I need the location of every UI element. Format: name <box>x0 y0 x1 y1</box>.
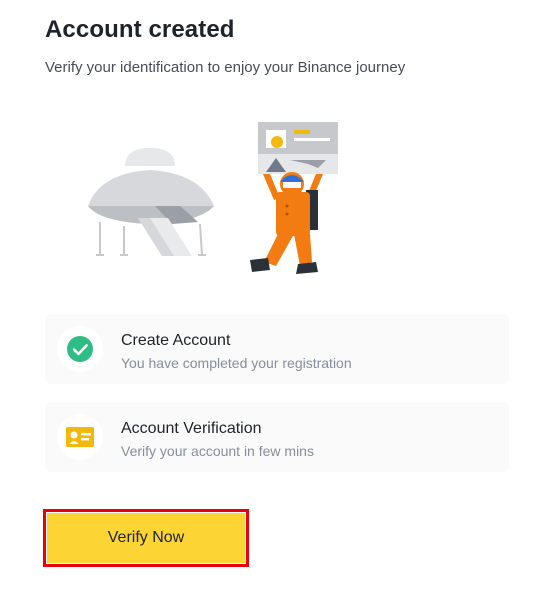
id-card-icon <box>66 427 94 447</box>
page-subtitle: Verify your identification to enjoy your… <box>45 59 406 76</box>
id-panel-graphic <box>258 122 338 174</box>
step-description: You have completed your registration <box>121 355 352 371</box>
page-title: Account created <box>45 16 235 43</box>
step-card-create-account: Create Account You have completed your r… <box>45 314 509 384</box>
ufo-graphic <box>88 148 214 256</box>
step-icon-wrapper <box>57 414 103 460</box>
step-title: Account Verification <box>121 420 262 437</box>
ufo-astronaut-illustration <box>88 122 338 274</box>
step-description: Verify your account in few mins <box>121 443 314 459</box>
astronaut-graphic <box>250 172 323 274</box>
check-circle-icon <box>67 336 93 362</box>
verify-now-button[interactable]: Verify Now <box>47 513 245 563</box>
step-title: Create Account <box>121 332 231 349</box>
step-card-account-verification: Account Verification Verify your account… <box>45 402 509 472</box>
step-icon-wrapper <box>57 326 103 372</box>
